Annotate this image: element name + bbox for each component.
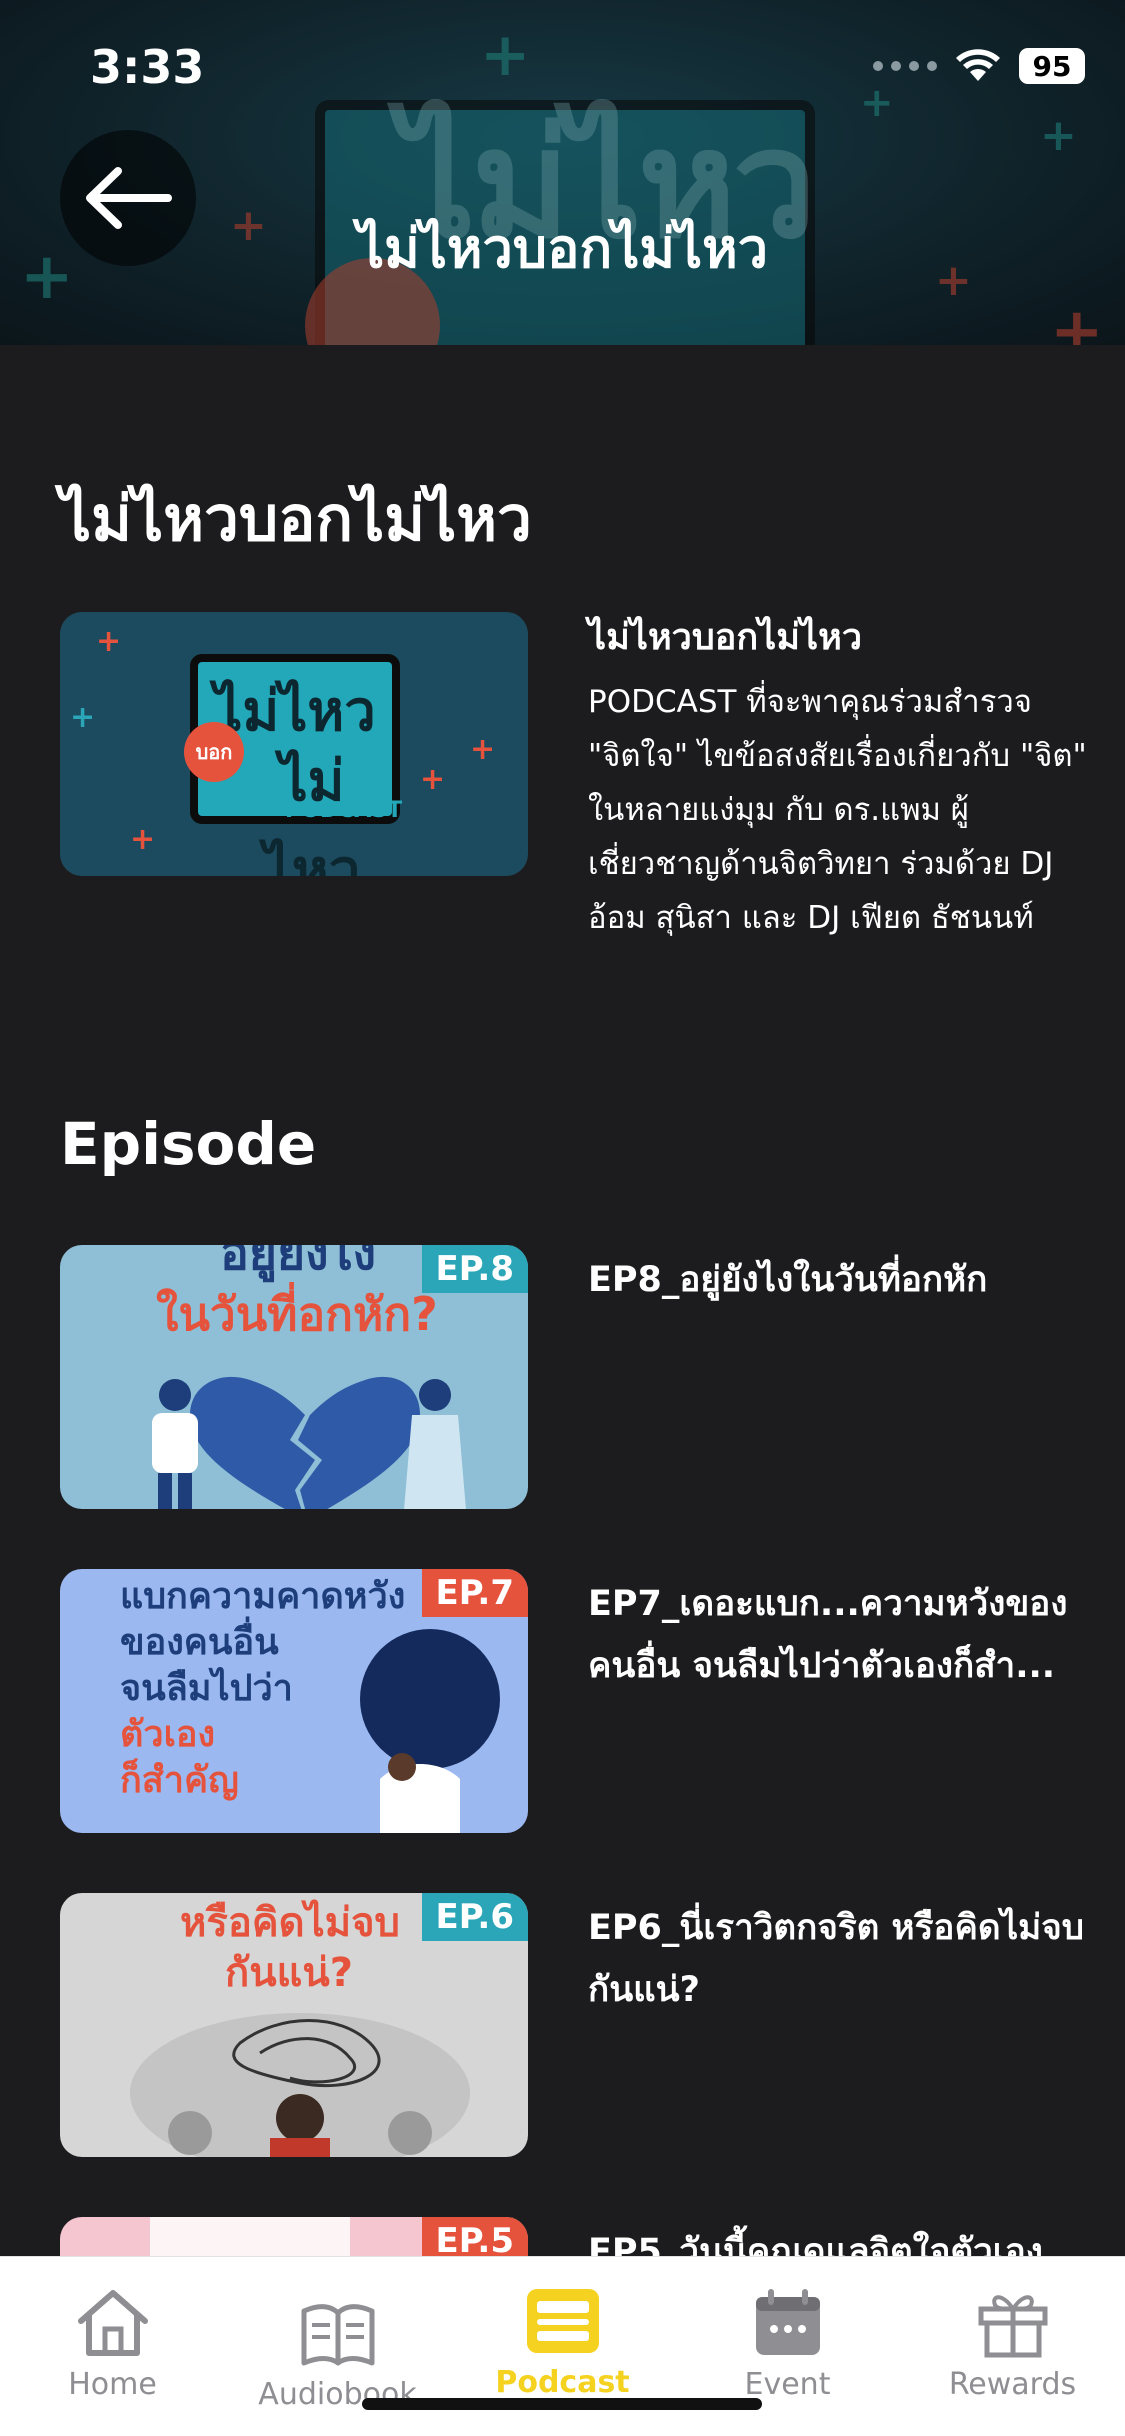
thumb-text: ของคนอื่น [120, 1622, 279, 1663]
thumb-text: ในวันที่อกหัก? [156, 1287, 438, 1341]
header-title: ไม่ไหวบอกไม่ไหว [356, 217, 769, 280]
podcast-cover-image: ไม่ไหว ไม่ไหว บอก PODCAST + + + + + [60, 612, 528, 876]
cover-badge: บอก [184, 722, 244, 782]
plus-decoration: + [130, 822, 156, 857]
thumb-text: ตัวเอง [120, 1714, 216, 1755]
episode-title: EP7_เดอะแบก...ความหวังของคนอื่น จนลืมไปว… [588, 1584, 1068, 1686]
thumb-text: จนลืมไปว่า [120, 1668, 293, 1709]
status-time: 3:33 [90, 40, 205, 94]
episode-heading: Episode [60, 1110, 317, 1178]
episode-thumbnail: แบกความคาดหวัง ของคนอื่น จนลืมไปว่า ตัวเ… [60, 1569, 528, 1833]
episode-tag: EP.6 [421, 1893, 528, 1941]
wifi-icon [956, 49, 1000, 81]
cover-subtitle: PODCAST [285, 798, 403, 823]
podcast-heading: ไม่ไหวบอกไม่ไหว [60, 482, 532, 555]
episode-row[interactable]: แบกความคาดหวัง ของคนอื่น จนลืมไปว่า ตัวเ… [60, 1569, 1080, 1833]
cellular-signal-icon [873, 61, 937, 71]
tab-label: Podcast [495, 2365, 630, 2400]
podcast-icon [526, 2289, 599, 2353]
status-indicators: 95 [873, 48, 1085, 84]
episode-title: EP8_อยู่ยังไงในวันที่อกหัก [588, 1260, 988, 1300]
episode-thumbnail: อยู่ยังไง ในวันที่อกหัก? EP.8 [60, 1245, 528, 1509]
tab-home[interactable]: Home [0, 2287, 225, 2402]
calendar-icon [755, 2289, 820, 2355]
header-banner: ไม่ไหว + + + + + + + 3:33 95 ไม่ไหวบอกไม… [0, 0, 1125, 345]
tab-label: Rewards [948, 2367, 1077, 2402]
tab-audiobook[interactable]: Audiobook [225, 2297, 450, 2412]
person-illustration [152, 1379, 198, 1509]
tab-podcast[interactable]: Podcast [450, 2285, 675, 2400]
episode-tag: EP.8 [421, 1245, 528, 1293]
tab-label: Event [744, 2367, 831, 2402]
podcast-title: ไม่ไหวบอกไม่ไหว [588, 617, 863, 658]
episode-row[interactable]: หรือคิดไม่จบ กันแน่? EP.6 EP6_นี่เราวิตก… [60, 1893, 1084, 2157]
episode-row[interactable]: อยู่ยังไง ในวันที่อกหัก? EP.8 EP8_อยู่ยั… [60, 1245, 1080, 1509]
plus-decoration: + [470, 732, 496, 767]
tab-event[interactable]: Event [675, 2287, 900, 2402]
podcast-description: PODCAST ที่จะพาคุณร่วมสำรวจ "จิตใจ" ไขข้… [588, 684, 1087, 936]
anxious-person-illustration [130, 2013, 470, 2157]
home-indicator [362, 2398, 762, 2410]
gift-icon [978, 2295, 1047, 2358]
home-icon [77, 2290, 148, 2356]
plus-decoration: + [70, 700, 96, 735]
thumb-text: หรือคิดไม่จบ [180, 1900, 400, 1946]
thumb-text: ก็สำคัญ [120, 1760, 239, 1801]
episode-thumbnail: หรือคิดไม่จบ กันแน่? EP.6 [60, 1893, 528, 2157]
tab-rewards[interactable]: Rewards [900, 2287, 1125, 2402]
podcast-info: ไม่ไหวบอกไม่ไหว PODCAST ที่จะพาคุณร่วมสำ… [588, 608, 1088, 945]
episode-tag: EP.7 [421, 1569, 528, 1617]
episode-title: EP6_นี่เราวิตกจริต หรือคิดไม่จบกันแน่? [588, 1908, 1084, 2010]
thumb-text: อยู่ยังไง [220, 1245, 377, 1281]
audiobook-icon [301, 2304, 374, 2366]
person-carrying-ball-illustration [360, 1629, 500, 1833]
podcast-detail-screen: ไม่ไหว + + + + + + + 3:33 95 ไม่ไหวบอกไม… [0, 0, 1125, 2436]
tab-label: Home [68, 2367, 157, 2402]
plus-decoration: + [420, 762, 446, 797]
thumb-text: กันแน่? [225, 1950, 353, 1996]
plus-decoration: + [96, 624, 122, 659]
broken-heart-illustration [190, 1376, 420, 1509]
person-illustration [404, 1379, 466, 1509]
battery-indicator: 95 [1019, 48, 1085, 84]
thumb-text: แบกความคาดหวัง [120, 1576, 406, 1617]
